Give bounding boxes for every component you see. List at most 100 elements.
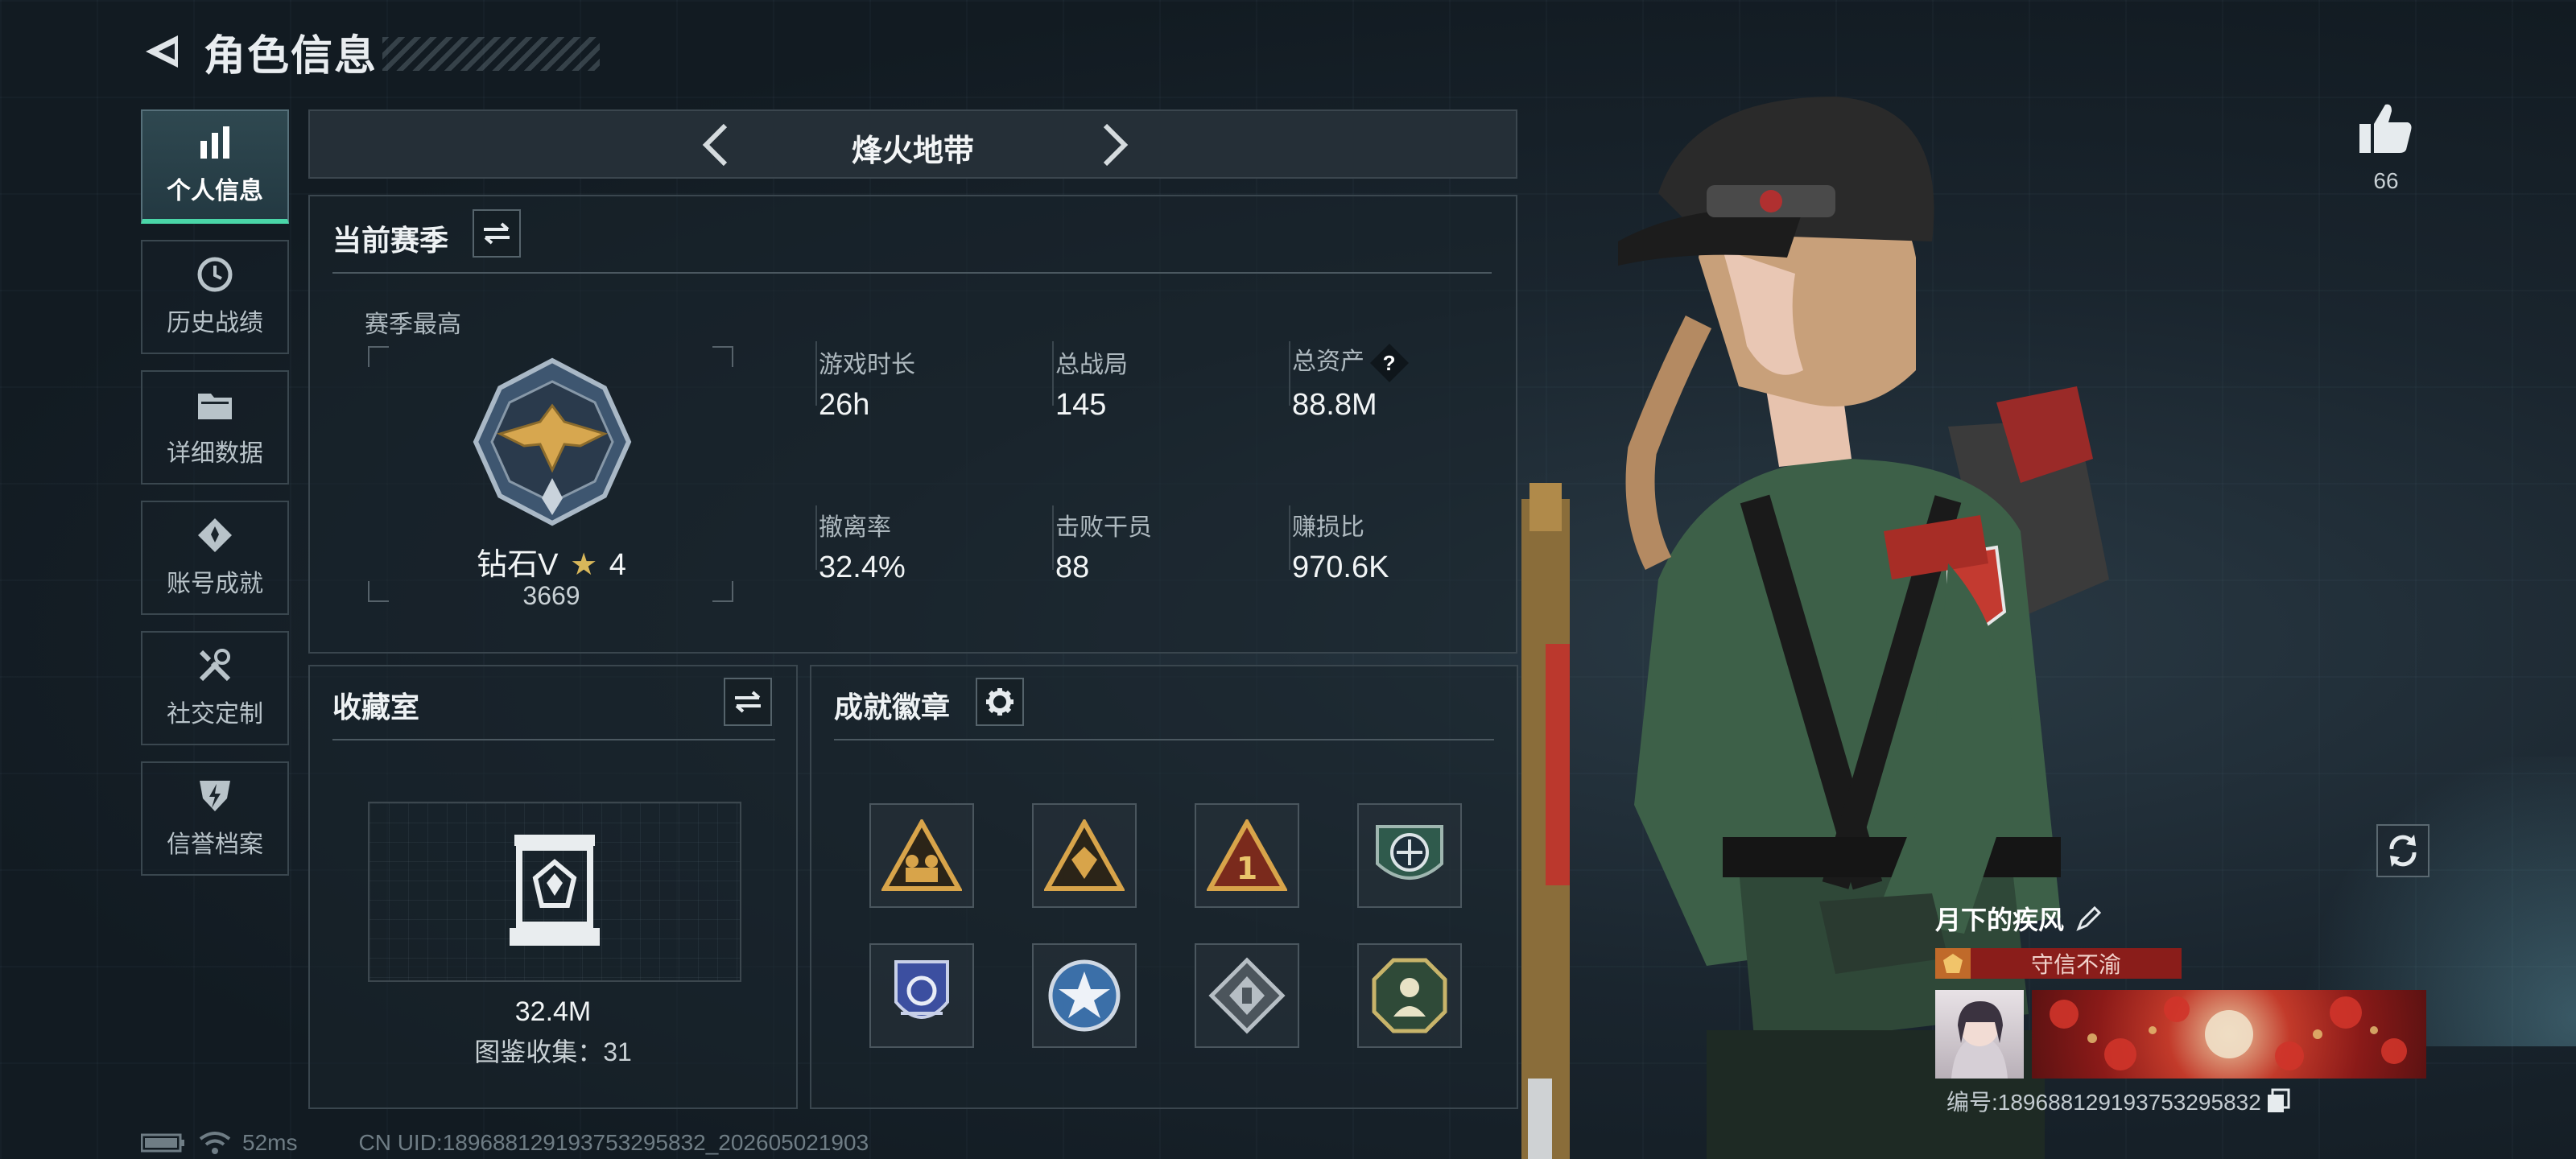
side-tabs: 个人信息 历史战绩 详细数据 账号成就 社交定制 信誉档案 xyxy=(141,109,289,892)
svg-text:1: 1 xyxy=(1236,851,1257,886)
stat-value-operators-defeated: 88 xyxy=(1055,551,1090,584)
uid-text: CN UID:18968812919375329583​2_2026050219… xyxy=(358,1130,869,1155)
divider xyxy=(332,272,1492,274)
honor-emblem-icon xyxy=(1935,948,1971,979)
badge-slot[interactable] xyxy=(1032,803,1137,908)
shield-bolt-icon xyxy=(196,777,233,815)
season-title: 当前赛季 xyxy=(332,224,449,257)
stat-label-profit-loss: 赚损比 xyxy=(1292,514,1364,541)
stat-value-total-assets: 88.8M xyxy=(1292,388,1377,422)
honor-title: 守信不渝 xyxy=(2030,952,2121,977)
badge-slot[interactable] xyxy=(1357,943,1462,1048)
history-icon xyxy=(196,256,233,293)
player-banner-row xyxy=(1935,990,2426,1079)
chevron-right-icon[interactable] xyxy=(1099,122,1131,167)
stat-label-extract-rate: 撤离率 xyxy=(819,514,891,541)
tab-label: 历史战绩 xyxy=(167,310,263,336)
badge-slot[interactable]: 1 xyxy=(1195,803,1299,908)
achievement-icon xyxy=(196,517,233,554)
title-decoration xyxy=(382,37,600,71)
stat-separator xyxy=(1289,505,1290,570)
ping-value: 52ms xyxy=(242,1130,298,1155)
help-icon[interactable]: ? xyxy=(1369,344,1410,383)
frame-corner xyxy=(712,581,733,602)
rank-emblem-icon xyxy=(468,357,637,526)
stat-separator xyxy=(1052,341,1054,406)
tab-social-custom[interactable]: 社交定制 xyxy=(141,631,289,745)
gear-icon xyxy=(986,688,1013,716)
badge-slot[interactable] xyxy=(1195,943,1299,1048)
stat-label-text: 总资产 xyxy=(1292,349,1364,375)
display-case-icon xyxy=(510,835,600,946)
tab-label: 社交定制 xyxy=(167,701,263,728)
divider xyxy=(834,739,1494,740)
season-best-label: 赛季最高 xyxy=(365,311,461,338)
back-arrow-icon[interactable] xyxy=(141,27,186,76)
season-panel: 当前赛季 赛季最高 钻石V ★ 4 3669 游戏时长 26h 总战局 145 … xyxy=(308,195,1517,654)
star-icon: ★ xyxy=(570,548,598,582)
refresh-icon xyxy=(2389,835,2417,867)
rank-line: 钻石V ★ 4 xyxy=(415,539,688,584)
status-bar: 52ms CN UID:18968812919375329583​2_20260… xyxy=(141,1130,869,1156)
thumbs-up-icon xyxy=(2359,104,2412,153)
folder-icon xyxy=(196,386,233,423)
name-card-banner[interactable] xyxy=(2032,990,2426,1079)
avatar[interactable] xyxy=(1935,990,2024,1079)
stat-separator xyxy=(1289,341,1290,406)
green-octagon-badge-icon xyxy=(1372,958,1447,1033)
collection-showcase[interactable] xyxy=(368,802,741,982)
bar-chart-icon xyxy=(196,124,233,161)
triangle-soldiers-badge-icon xyxy=(881,819,962,891)
page-title: 角色信息 xyxy=(204,32,378,80)
mode-name: 烽火地带 xyxy=(851,134,974,168)
collection-panel: 收藏室 32.4M 图鉴收集：31 xyxy=(308,665,798,1109)
player-id-text: 编号:18968812919375329583​2 xyxy=(1946,1090,2261,1115)
copy-icon[interactable] xyxy=(2266,1088,2290,1114)
star-circle-badge-icon xyxy=(1048,959,1121,1032)
refresh-button[interactable] xyxy=(2376,824,2429,877)
tab-label: 信誉档案 xyxy=(167,831,263,858)
swap-icon xyxy=(735,691,761,713)
frame-corner xyxy=(712,346,733,367)
tab-credit-record[interactable]: 信誉档案 xyxy=(141,761,289,876)
page-header: 角色信息 xyxy=(141,23,600,80)
tab-label: 个人信息 xyxy=(167,178,263,204)
mode-selector: 烽火地带 xyxy=(308,109,1517,179)
tab-history[interactable]: 历史战绩 xyxy=(141,240,289,354)
collection-switch-button[interactable] xyxy=(724,678,772,726)
badge-slot[interactable] xyxy=(869,803,974,908)
stat-separator xyxy=(815,505,817,570)
badge-slot[interactable] xyxy=(1032,943,1137,1048)
honor-title-badge: 守信不渝 xyxy=(1935,948,2182,979)
tools-icon xyxy=(196,647,233,684)
badges-panel: 成就徽章 1 xyxy=(810,665,1518,1109)
player-id: 编号:18968812919375329583​2 xyxy=(1946,1085,2290,1117)
rank-name: 钻石V xyxy=(477,548,559,582)
season-switch-button[interactable] xyxy=(473,209,521,258)
triangle-crest-badge-icon xyxy=(1044,819,1125,891)
badge-settings-button[interactable] xyxy=(976,678,1024,726)
badge-slot[interactable] xyxy=(1357,803,1462,908)
badge-slot[interactable] xyxy=(869,943,974,1048)
stat-value-extract-rate: 32.4% xyxy=(819,551,906,584)
silver-diamond-badge-icon xyxy=(1208,957,1286,1034)
stat-label-operators-defeated: 击败干员 xyxy=(1055,514,1152,541)
player-name-row: 月下的疾风 xyxy=(1935,900,2426,937)
like-widget[interactable]: 66 xyxy=(2351,101,2421,194)
stat-separator xyxy=(1052,505,1054,570)
divider xyxy=(332,739,775,740)
rank-score: 3669 xyxy=(522,581,580,610)
collection-value: 32.4M xyxy=(514,996,592,1027)
tab-personal-info[interactable]: 个人信息 xyxy=(141,109,289,224)
stat-label-total-assets: 总资产? xyxy=(1292,341,1410,383)
tab-detailed-data[interactable]: 详细数据 xyxy=(141,370,289,485)
stat-value-profit-loss: 970.6K xyxy=(1292,551,1389,584)
edit-icon[interactable] xyxy=(2075,905,2103,932)
triangle-number-one-badge-icon: 1 xyxy=(1207,819,1287,891)
player-name: 月下的疾风 xyxy=(1935,905,2065,934)
player-name-card: 月下的疾风 守信不渝 xyxy=(1935,900,2426,1079)
blue-shield-badge-icon xyxy=(894,960,949,1019)
tab-account-achievements[interactable]: 账号成就 xyxy=(141,501,289,615)
collection-title: 收藏室 xyxy=(332,691,420,724)
frame-corner xyxy=(368,346,389,367)
